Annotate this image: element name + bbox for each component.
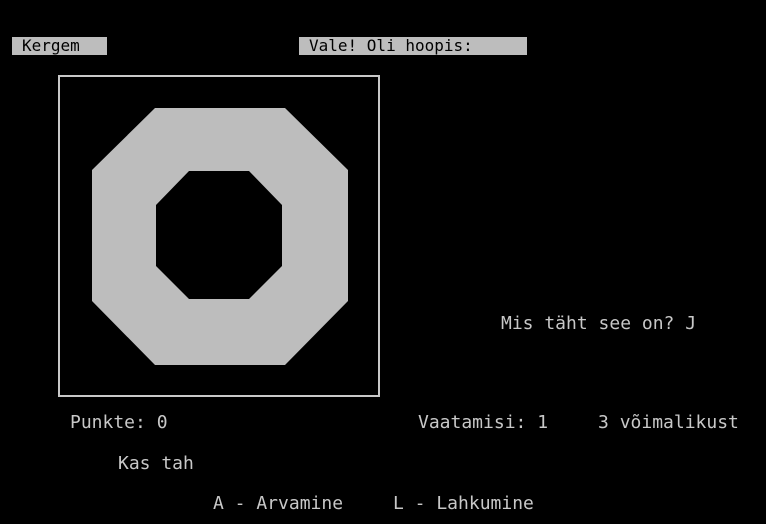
guess-option[interactable]: A - Arvamine xyxy=(213,494,343,514)
possible-display: 3 võimalikust xyxy=(598,413,739,433)
points-display: Punkte: 0 xyxy=(70,413,168,433)
points-label: Punkte: xyxy=(70,412,146,433)
views-label: Vaatamisi: xyxy=(418,412,527,433)
letter-o-octagon-icon xyxy=(92,108,348,365)
result-status-label: Vale! Oli hoopis: xyxy=(299,37,527,55)
question-text: Mis täht see on? xyxy=(501,313,675,334)
quit-option[interactable]: L - Lahkumine xyxy=(393,494,534,514)
letter-display-frame xyxy=(58,75,380,397)
letter-o-shape xyxy=(92,108,348,365)
difficulty-label: Kergem xyxy=(12,37,107,55)
answer-input[interactable]: J xyxy=(685,313,696,334)
possible-label: võimalikust xyxy=(619,412,739,433)
prompt-text: Kas tah xyxy=(118,453,194,474)
views-display: Vaatamisi: 1 xyxy=(418,413,548,433)
question-line: Mis täht see on? J xyxy=(501,314,696,334)
points-value: 0 xyxy=(156,412,168,433)
views-value: 1 xyxy=(537,412,549,433)
possible-value: 3 xyxy=(598,412,609,433)
game-screen: Kergem Vale! Oli hoopis: Mis täht see on… xyxy=(0,0,766,524)
